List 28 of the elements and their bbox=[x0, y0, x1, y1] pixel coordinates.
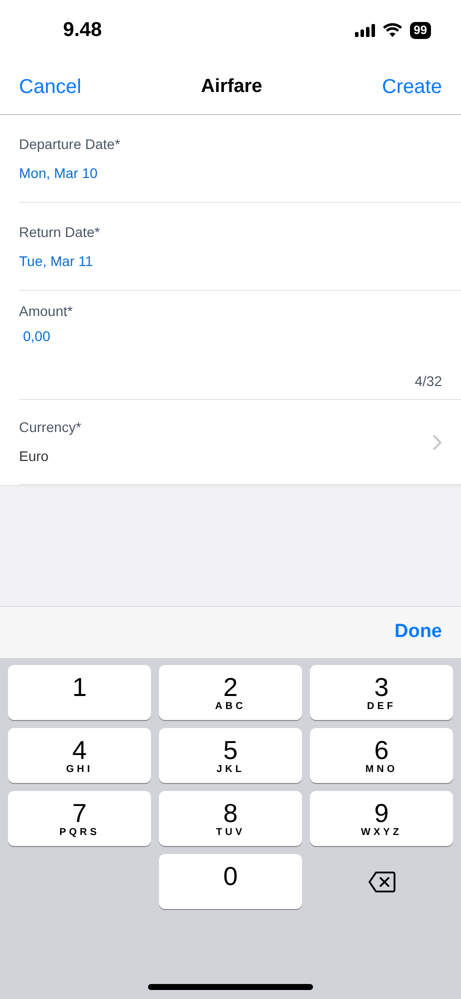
field-label: Amount* bbox=[19, 302, 74, 320]
backspace-icon[interactable] bbox=[368, 870, 396, 892]
keypad-key[interactable]: 5 JKL bbox=[159, 728, 302, 783]
wifi-icon bbox=[382, 23, 402, 37]
field-label: Currency* bbox=[19, 418, 82, 437]
amount-input[interactable]: 0,00 bbox=[23, 326, 442, 346]
keypad-key[interactable]: 2 ABC bbox=[159, 665, 302, 720]
character-counter: 4/32 bbox=[414, 372, 442, 390]
keypad-key[interactable]: 7 PQRS bbox=[8, 791, 151, 846]
keypad-key[interactable]: 9 WXYZ bbox=[310, 791, 453, 846]
clock-time: 9.48 bbox=[63, 18, 102, 43]
date-value[interactable]: Mon, Mar 10 bbox=[19, 162, 442, 184]
battery-indicator: 99 bbox=[410, 22, 431, 38]
date-value[interactable]: Tue, Mar 11 bbox=[19, 250, 442, 272]
create-button[interactable]: Create bbox=[382, 72, 442, 102]
field-label: Return Date* bbox=[19, 222, 101, 242]
signal-icon bbox=[354, 24, 375, 36]
screen-title: Airfare bbox=[200, 74, 262, 99]
keypad-key[interactable]: 6 MNO bbox=[310, 728, 453, 783]
select-value[interactable]: Euro bbox=[19, 446, 432, 467]
field-label: Departure Date* bbox=[19, 134, 122, 154]
keypad-key[interactable]: 4 GHI bbox=[8, 728, 151, 783]
done-button[interactable]: Done bbox=[394, 618, 442, 647]
keypad-key[interactable]: 0 bbox=[159, 854, 302, 909]
keypad-key[interactable]: 1 bbox=[8, 665, 151, 720]
cancel-button[interactable]: Cancel bbox=[19, 72, 82, 102]
keypad-key[interactable]: 3 DEF bbox=[310, 665, 453, 720]
keypad-key[interactable]: 8 TUV bbox=[159, 791, 302, 846]
